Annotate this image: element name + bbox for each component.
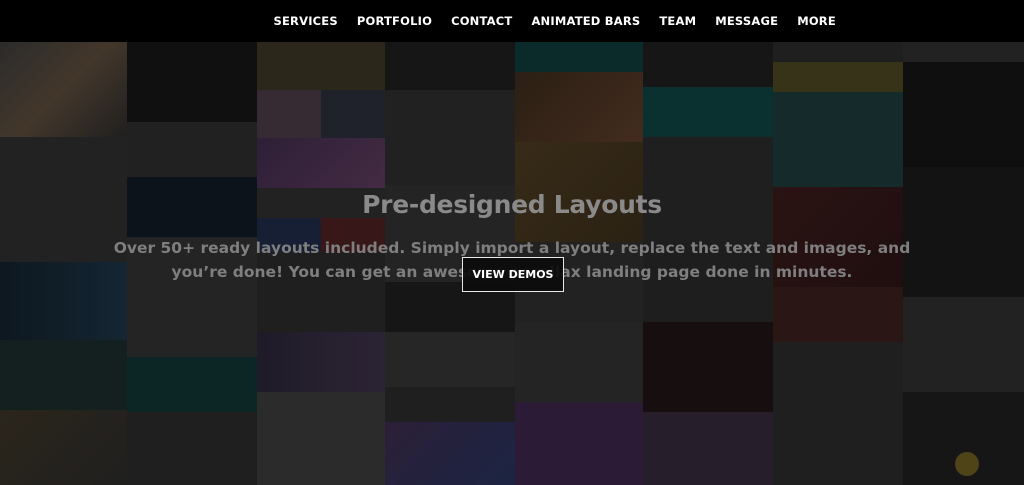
nav-item-portfolio[interactable]: PORTFOLIO xyxy=(347,0,441,42)
nav-item-contact[interactable]: CONTACT xyxy=(442,0,522,42)
layout-thumbnail xyxy=(385,422,515,485)
layout-thumbnail xyxy=(257,138,385,188)
layout-thumbnail xyxy=(321,90,385,138)
layout-thumbnail xyxy=(773,342,903,485)
layout-thumbnail xyxy=(385,42,515,90)
layout-thumbnail xyxy=(903,42,1024,62)
layout-thumbnail xyxy=(257,90,321,138)
layout-thumbnail xyxy=(643,412,773,485)
layout-thumbnail xyxy=(515,42,643,72)
layout-thumbnail xyxy=(385,90,515,185)
nav-item-animated-bars[interactable]: ANIMATED BARS xyxy=(522,0,650,42)
layout-thumbnail xyxy=(127,412,257,485)
layout-thumbnail xyxy=(955,452,979,476)
nav-menu: SERVICES PORTFOLIO CONTACT ANIMATED BARS… xyxy=(264,0,845,42)
layout-thumbnail xyxy=(515,72,643,142)
nav-item-message[interactable]: MESSAGE xyxy=(706,0,788,42)
layout-thumbnail xyxy=(773,287,903,342)
layout-thumbnail xyxy=(257,42,385,90)
landing-page: SERVICES PORTFOLIO CONTACT ANIMATED BARS… xyxy=(0,0,1024,485)
layout-thumbnail xyxy=(643,87,773,137)
layout-thumbnail xyxy=(385,387,515,422)
layout-thumbnail xyxy=(903,297,1024,392)
layout-thumbnail xyxy=(0,262,127,340)
nav-item-more[interactable]: MORE xyxy=(788,0,846,42)
layout-thumbnail xyxy=(515,322,643,402)
layout-thumbnail xyxy=(127,122,257,177)
layout-thumbnail xyxy=(0,410,127,485)
layout-thumbnail xyxy=(643,42,773,87)
layout-thumbnail xyxy=(127,357,257,412)
layout-thumbnail xyxy=(773,42,903,62)
layout-thumbnail xyxy=(773,62,903,92)
nav-item-team[interactable]: TEAM xyxy=(650,0,706,42)
layout-thumbnail xyxy=(643,322,773,412)
nav-item-services[interactable]: SERVICES xyxy=(264,0,347,42)
top-navigation: SERVICES PORTFOLIO CONTACT ANIMATED BARS… xyxy=(0,0,1024,42)
layout-thumbnail xyxy=(773,92,903,187)
layout-thumbnail xyxy=(257,332,385,392)
layout-thumbnail xyxy=(903,62,1024,167)
view-demos-button[interactable]: VIEW DEMOS xyxy=(462,257,564,292)
layout-thumbnail xyxy=(903,167,1024,297)
layout-thumbnail xyxy=(127,42,257,122)
layout-thumbnail xyxy=(0,42,127,137)
layout-thumbnail xyxy=(385,332,515,387)
layout-thumbnail xyxy=(257,392,385,485)
hero-title: Pre-designed Layouts xyxy=(362,190,662,219)
layout-thumbnail xyxy=(515,402,643,485)
layout-thumbnail xyxy=(0,340,127,410)
